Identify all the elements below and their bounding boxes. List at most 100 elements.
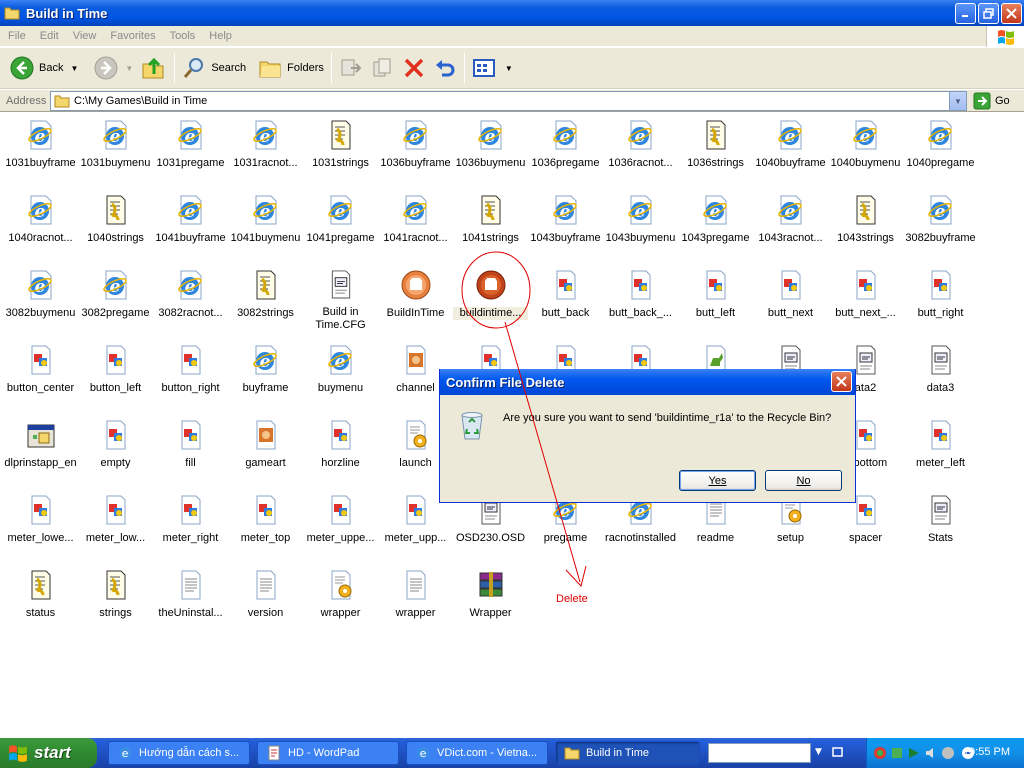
file-item[interactable]: 1041strings bbox=[453, 188, 528, 256]
taskbar-address-input[interactable] bbox=[708, 743, 811, 763]
file-item[interactable]: meter_left bbox=[903, 413, 978, 481]
file-item[interactable]: BuildInTime bbox=[378, 263, 453, 331]
go-button[interactable]: Go bbox=[973, 92, 1010, 110]
file-item[interactable]: e buymenu bbox=[303, 338, 378, 406]
file-item[interactable]: version bbox=[228, 563, 303, 631]
taskbar-item-active[interactable]: Build in Time bbox=[555, 741, 700, 765]
file-item[interactable]: status bbox=[3, 563, 78, 631]
file-item[interactable]: wrapper bbox=[303, 563, 378, 631]
file-item[interactable]: dlprinstapp_en bbox=[3, 413, 78, 481]
file-item[interactable]: e 1041buyframe bbox=[153, 188, 228, 256]
desktop-icon[interactable] bbox=[832, 746, 844, 758]
file-item[interactable]: data3 bbox=[903, 338, 978, 406]
search-button[interactable]: Search bbox=[178, 51, 250, 85]
menu-view[interactable]: View bbox=[66, 30, 104, 42]
file-item[interactable]: e 1040buymenu bbox=[828, 113, 903, 181]
move-to-button[interactable] bbox=[335, 51, 367, 85]
minimize-button[interactable] bbox=[955, 3, 976, 24]
file-item[interactable]: e 3082pregame bbox=[78, 263, 153, 331]
file-item[interactable]: 1031strings bbox=[303, 113, 378, 181]
no-button[interactable]: No bbox=[765, 470, 842, 491]
file-item[interactable]: 1036strings bbox=[678, 113, 753, 181]
file-item[interactable]: e 1040racnot... bbox=[3, 188, 78, 256]
window-titlebar[interactable]: Build in Time bbox=[0, 0, 1024, 26]
file-item[interactable]: gameart bbox=[228, 413, 303, 481]
close-button[interactable] bbox=[1001, 3, 1022, 24]
file-item[interactable]: strings bbox=[78, 563, 153, 631]
file-item[interactable]: e 1043buymenu bbox=[603, 188, 678, 256]
file-item[interactable]: meter_uppe... bbox=[303, 488, 378, 556]
file-item[interactable]: butt_back_... bbox=[603, 263, 678, 331]
file-item[interactable]: e 1036racnot... bbox=[603, 113, 678, 181]
file-item[interactable]: e 1036buyframe bbox=[378, 113, 453, 181]
copy-to-button[interactable] bbox=[367, 51, 399, 85]
file-item[interactable]: horzline bbox=[303, 413, 378, 481]
file-item[interactable]: 1043strings bbox=[828, 188, 903, 256]
file-item[interactable]: button_center bbox=[3, 338, 78, 406]
address-input[interactable]: C:\My Games\Build in Time ▼ bbox=[50, 91, 967, 111]
file-item[interactable]: butt_next_... bbox=[828, 263, 903, 331]
file-item[interactable]: e 3082buymenu bbox=[3, 263, 78, 331]
tray-color-icon[interactable] bbox=[873, 746, 887, 760]
file-item[interactable]: buildintime... bbox=[453, 263, 528, 331]
file-item[interactable]: e 1043pregame bbox=[678, 188, 753, 256]
menu-favorites[interactable]: Favorites bbox=[103, 30, 162, 42]
taskbar-item[interactable]: e Hướng dẫn cách s... bbox=[108, 741, 250, 765]
file-item[interactable]: 3082strings bbox=[228, 263, 303, 331]
menu-help[interactable]: Help bbox=[202, 30, 239, 42]
file-item[interactable]: theUninstal... bbox=[153, 563, 228, 631]
file-item[interactable]: e 1040pregame bbox=[903, 113, 978, 181]
file-item[interactable]: butt_back bbox=[528, 263, 603, 331]
file-item[interactable]: e 1043racnot... bbox=[753, 188, 828, 256]
undo-button[interactable] bbox=[429, 51, 461, 85]
file-item[interactable]: e 1031buymenu bbox=[78, 113, 153, 181]
address-dropdown-button[interactable]: ▼ bbox=[949, 92, 966, 110]
file-item[interactable]: butt_right bbox=[903, 263, 978, 331]
maximize-button[interactable] bbox=[978, 3, 999, 24]
file-item[interactable]: fill bbox=[153, 413, 228, 481]
menu-edit[interactable]: Edit bbox=[33, 30, 66, 42]
start-button[interactable]: start bbox=[0, 738, 97, 768]
file-item[interactable]: e 1041pregame bbox=[303, 188, 378, 256]
file-item[interactable]: 1040strings bbox=[78, 188, 153, 256]
file-item[interactable]: button_left bbox=[78, 338, 153, 406]
chevron-down-icon[interactable]: ▼ bbox=[125, 64, 133, 73]
tray-speaker-icon[interactable] bbox=[924, 746, 938, 760]
file-item[interactable]: button_right bbox=[153, 338, 228, 406]
file-item[interactable]: e 1041racnot... bbox=[378, 188, 453, 256]
file-item[interactable]: meter_top bbox=[228, 488, 303, 556]
dialog-titlebar[interactable]: Confirm File Delete bbox=[440, 369, 855, 395]
back-button[interactable]: Back ▼ bbox=[6, 51, 82, 85]
yes-button[interactable]: Yes bbox=[679, 470, 756, 491]
folders-button[interactable]: Folders bbox=[254, 51, 328, 85]
chevron-down-icon[interactable]: ▼ bbox=[815, 747, 822, 757]
file-item[interactable]: butt_next bbox=[753, 263, 828, 331]
chevron-down-icon[interactable]: ▼ bbox=[505, 64, 513, 73]
tray-app-icon[interactable] bbox=[941, 746, 955, 760]
file-item[interactable]: wrapper bbox=[378, 563, 453, 631]
file-item[interactable]: e 1031buyframe bbox=[3, 113, 78, 181]
file-item[interactable]: empty bbox=[78, 413, 153, 481]
file-item[interactable]: meter_right bbox=[153, 488, 228, 556]
chevron-down-icon[interactable]: ▼ bbox=[70, 64, 78, 73]
file-item[interactable]: e 1031racnot... bbox=[228, 113, 303, 181]
file-item[interactable]: e 3082racnot... bbox=[153, 263, 228, 331]
dialog-close-button[interactable] bbox=[831, 371, 852, 392]
delete-button[interactable] bbox=[399, 51, 429, 85]
file-item[interactable]: meter_lowe... bbox=[3, 488, 78, 556]
file-item[interactable]: Wrapper bbox=[453, 563, 528, 631]
file-item[interactable]: e 3082buyframe bbox=[903, 188, 978, 256]
file-item[interactable]: butt_left bbox=[678, 263, 753, 331]
file-item[interactable]: e buyframe bbox=[228, 338, 303, 406]
file-item[interactable]: Stats bbox=[903, 488, 978, 556]
file-item[interactable]: e 1031pregame bbox=[153, 113, 228, 181]
tray-play-icon[interactable] bbox=[907, 746, 921, 760]
up-folder-button[interactable] bbox=[137, 51, 171, 85]
forward-button[interactable]: ▼ bbox=[90, 51, 137, 85]
file-item[interactable]: e 1040buyframe bbox=[753, 113, 828, 181]
views-button[interactable]: ▼ bbox=[468, 51, 517, 85]
menu-file[interactable]: File bbox=[0, 30, 33, 42]
file-item[interactable]: meter_low... bbox=[78, 488, 153, 556]
menu-tools[interactable]: Tools bbox=[163, 30, 203, 42]
tray-network-icon[interactable] bbox=[890, 746, 904, 760]
